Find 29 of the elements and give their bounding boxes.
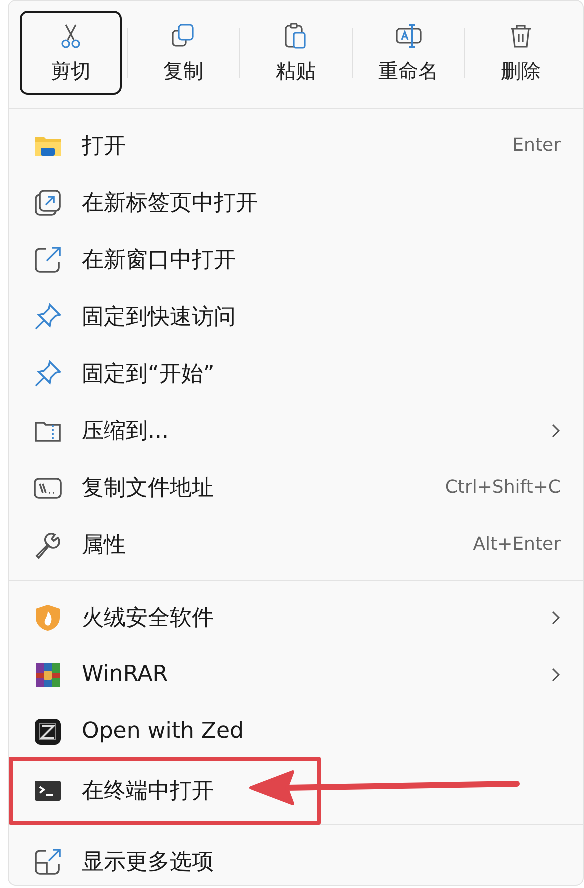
toolbar-button[interactable]: 重命名 [358, 11, 460, 95]
menu-item[interactable]: 复制文件地址 Ctrl+Shift+C [9, 459, 583, 516]
pin-icon [33, 358, 63, 388]
menu-item[interactable]: 在新标签页中打开 [9, 174, 583, 231]
menu-item[interactable]: 显示更多选项 [9, 833, 583, 885]
menu-item[interactable]: WinRAR [9, 646, 583, 703]
toolbar-button[interactable]: 剪切 [20, 11, 122, 95]
menu-item[interactable]: 在新窗口中打开 [9, 231, 583, 288]
shield-icon [33, 602, 63, 632]
new-window-icon [33, 244, 63, 274]
new-tab-icon [33, 188, 63, 218]
menu-item[interactable]: Open with Zed [9, 703, 583, 760]
more-options-icon [33, 846, 63, 876]
toolbar-button[interactable]: 删除 [470, 11, 572, 95]
menu-item[interactable]: 属性 Alt+Enter [9, 516, 583, 573]
chevron-icon [551, 666, 561, 682]
rename-icon [394, 22, 423, 50]
chevron-icon [551, 610, 561, 626]
chevron-icon [551, 422, 561, 438]
menu-item[interactable]: 固定到“开始” [9, 345, 583, 402]
menu-item[interactable]: 火绒安全软件 [9, 589, 583, 646]
toolbar-button[interactable]: 粘贴 [245, 11, 347, 95]
pin-icon [33, 302, 63, 332]
menu-item[interactable]: 压缩到... [9, 402, 583, 459]
menu-item[interactable]: 打开 Enter [9, 117, 583, 174]
menu-item[interactable]: 固定到快速访问 [9, 288, 583, 345]
zed-icon [33, 716, 63, 746]
menu-item[interactable]: 在终端中打开 [9, 757, 321, 825]
toolbar-button[interactable]: 复制 [132, 11, 234, 95]
